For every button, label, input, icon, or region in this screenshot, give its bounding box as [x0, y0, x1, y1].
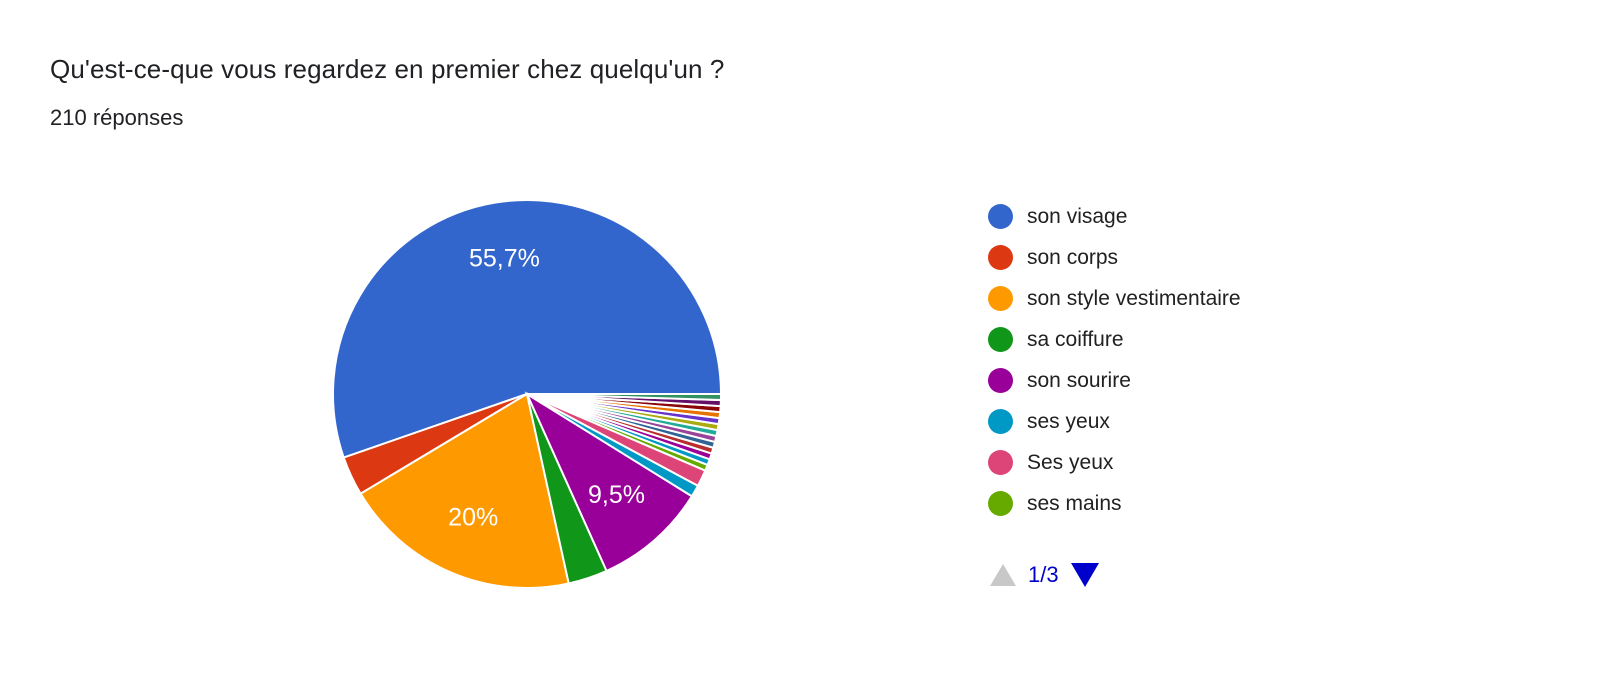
legend-item-label: ses mains: [1027, 492, 1122, 515]
legend-swatch-icon: [988, 368, 1013, 393]
legend-item-label: ses yeux: [1027, 410, 1110, 433]
legend-swatch-icon: [988, 327, 1013, 352]
legend-item[interactable]: son corps: [988, 237, 1408, 278]
legend-item-label: Ses yeux: [1027, 451, 1114, 474]
legend-item-label: son sourire: [1027, 369, 1131, 392]
legend-item[interactable]: son sourire: [988, 360, 1408, 401]
legend-item[interactable]: son visage: [988, 196, 1408, 237]
legend-item[interactable]: Ses yeux: [988, 442, 1408, 483]
legend-item[interactable]: ses yeux: [988, 401, 1408, 442]
legend-swatch-icon: [988, 491, 1013, 516]
legend-item-label: son corps: [1027, 246, 1119, 269]
triangle-up-icon[interactable]: [990, 564, 1016, 586]
pie-slice-label: 9,5%: [588, 481, 645, 509]
legend-item-label: son visage: [1027, 205, 1128, 228]
legend-item-label: sa coiffure: [1027, 328, 1124, 351]
legend-pagination: 1/3: [988, 558, 1101, 592]
legend-swatch-icon: [988, 450, 1013, 475]
legend-swatch-icon: [988, 204, 1013, 229]
legend-item[interactable]: son style vestimentaire: [988, 278, 1408, 319]
legend-swatch-icon: [988, 245, 1013, 270]
legend-item[interactable]: sa coiffure: [988, 319, 1408, 360]
triangle-down-icon[interactable]: [1070, 563, 1099, 587]
page-indicator: 1/3: [1028, 562, 1059, 587]
legend-swatch-icon: [988, 409, 1013, 434]
legend-item-label: son style vestimentaire: [1027, 287, 1241, 310]
legend-item[interactable]: ses mains: [988, 483, 1408, 524]
chart-legend: son visage son corps son style vestimentai…: [988, 196, 1408, 524]
legend-swatch-icon: [988, 286, 1013, 311]
pie-slice-label: 20%: [448, 503, 498, 531]
chart-container: Qu'est-ce-que vous regardez en premier c…: [0, 0, 1600, 673]
pie-slice-label: 55,7%: [469, 245, 540, 273]
